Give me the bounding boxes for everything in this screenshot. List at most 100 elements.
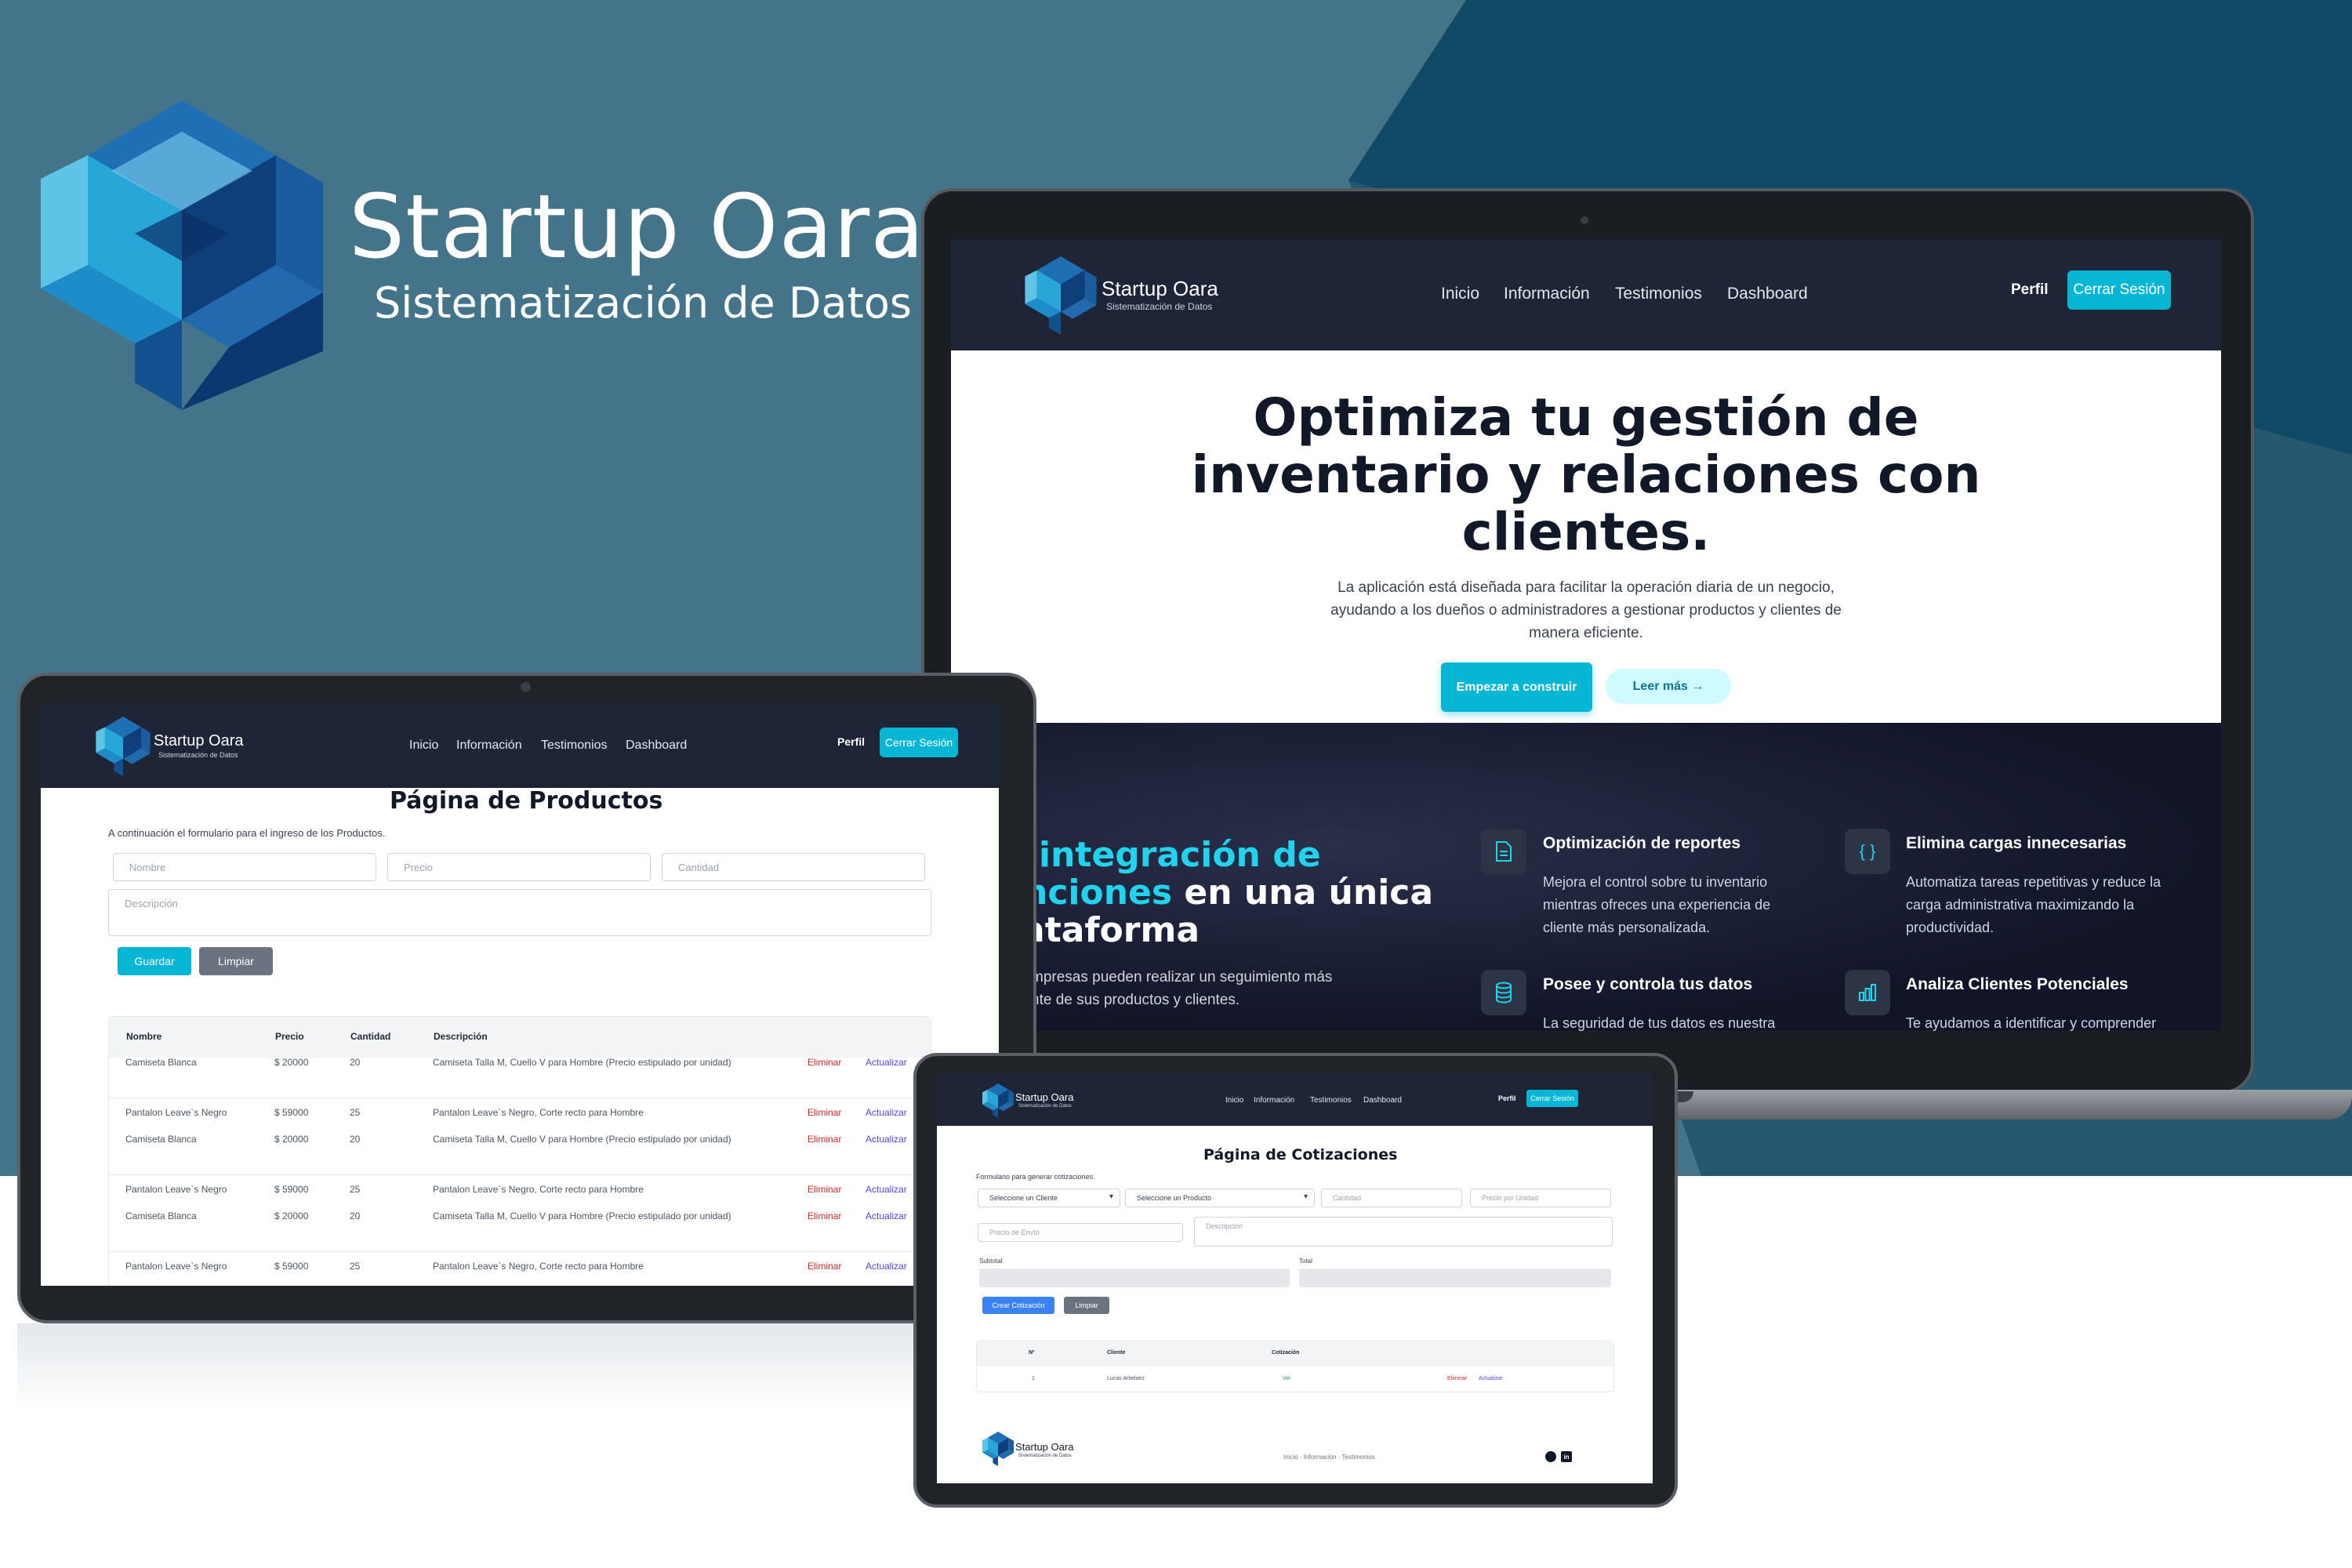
update-link[interactable]: Actualizar xyxy=(866,1261,907,1272)
github-icon[interactable] xyxy=(1545,1451,1556,1462)
cantidad-input[interactable]: Cantidad xyxy=(662,853,925,881)
brand-title: Startup Oara xyxy=(349,176,925,278)
nombre-input[interactable]: Nombre xyxy=(113,853,376,881)
update-link[interactable]: Actualizar xyxy=(866,1210,907,1221)
features-text-line-2: nte de sus productos y clientes. xyxy=(1031,992,1240,1008)
nav-link-testimonios[interactable]: Testimonios xyxy=(1310,1096,1352,1105)
subtotal-label: Subtotal xyxy=(979,1258,1003,1265)
cantidad-input[interactable]: Cantidad xyxy=(1321,1189,1462,1207)
row-descripcion: Pantalon Leave`s Negro, Corte recto para… xyxy=(433,1261,644,1272)
features-heading-rest: en una única xyxy=(1172,873,1434,913)
database-icon xyxy=(1481,970,1526,1015)
update-quote-link[interactable]: Actualizar xyxy=(1479,1376,1503,1381)
nav-logo-title: Startup Oara xyxy=(154,732,244,750)
delete-link[interactable]: Eliminar xyxy=(808,1107,841,1118)
nav-link-informacion[interactable]: Información xyxy=(1254,1096,1294,1105)
page-title: Página de Productos xyxy=(390,787,663,815)
feature-desc-datos: La seguridad de tus datos es nuestra xyxy=(1543,1015,1776,1031)
precio-input[interactable]: Precio xyxy=(387,853,651,881)
column-header-cotizacion: Cotización xyxy=(1272,1350,1300,1356)
nav-link-informacion[interactable]: Información xyxy=(1504,285,1590,303)
nav-link-inicio[interactable]: Inicio xyxy=(1441,285,1479,303)
document-icon xyxy=(1481,829,1526,874)
update-link[interactable]: Actualizar xyxy=(866,1057,907,1068)
delete-quote-link[interactable]: Eliminar xyxy=(1447,1376,1467,1381)
nav-logo-subtitle: Sistematización de Datos xyxy=(1106,301,1213,312)
nav-link-dashboard[interactable]: Dashboard xyxy=(1727,285,1808,303)
nav-link-testimonios[interactable]: Testimonios xyxy=(541,739,607,753)
row-precio: $ 20000 xyxy=(274,1057,309,1068)
delete-link[interactable]: Eliminar xyxy=(808,1210,841,1221)
features-heading-highlight: nciones xyxy=(1023,873,1173,913)
product-select[interactable]: Seleccione un Producto ▾ xyxy=(1125,1189,1315,1207)
view-quote-link[interactable]: Ver xyxy=(1283,1376,1291,1381)
nav-logo-title: Startup Oara xyxy=(1015,1091,1074,1103)
footer-logo-icon xyxy=(982,1432,1014,1466)
tablet-camera xyxy=(521,682,531,692)
logout-button[interactable]: Cerrar Sesión xyxy=(2067,270,2171,310)
row-precio: $ 59000 xyxy=(274,1261,309,1272)
update-link[interactable]: Actualizar xyxy=(866,1107,907,1118)
clear-button[interactable]: Limpiar xyxy=(199,947,273,975)
row-nombre: Pantalon Leave`s Negro xyxy=(125,1107,227,1118)
row-descripcion: Camiseta Talla M, Cuello V para Hombre (… xyxy=(433,1057,731,1068)
row-nombre: Pantalon Leave`s Negro xyxy=(125,1184,227,1195)
row-precio: $ 59000 xyxy=(274,1107,309,1118)
nav-link-inicio[interactable]: Inicio xyxy=(1225,1096,1243,1105)
row-divider xyxy=(108,1174,931,1175)
precio-unidad-input[interactable]: Precio por Unidad xyxy=(1470,1189,1611,1207)
delete-link[interactable]: Eliminar xyxy=(808,1057,841,1068)
nav-link-dashboard[interactable]: Dashboard xyxy=(626,739,687,753)
features-heading-line-2: nciones en una única xyxy=(1023,874,1433,912)
column-header-cantidad: Cantidad xyxy=(350,1031,391,1042)
hero-title-line-3: clientes. xyxy=(1461,502,1711,562)
perfil-link[interactable]: Perfil xyxy=(837,735,865,748)
create-quote-button[interactable]: Crear Cotización xyxy=(982,1297,1054,1314)
perfil-link[interactable]: Perfil xyxy=(1498,1094,1516,1102)
logout-button[interactable]: Cerrar Sesión xyxy=(880,728,958,757)
hero-desc-line-2: ayudando a los dueños o administradores … xyxy=(1330,602,1842,619)
hero-description: La aplicación está diseñada para facilit… xyxy=(1304,576,1868,644)
descripcion-textarea[interactable]: Descripción xyxy=(108,889,931,936)
bar-chart-icon xyxy=(1845,970,1890,1015)
features-section: integración de nciones en una única ataf… xyxy=(951,723,2221,1031)
laptop-camera xyxy=(1581,216,1588,224)
logo-icon xyxy=(41,100,323,410)
precio-envio-input[interactable]: Precio de Envío xyxy=(978,1223,1183,1242)
perfil-link[interactable]: Perfil xyxy=(2011,281,2049,299)
start-building-button[interactable]: Empezar a construir xyxy=(1441,662,1592,712)
read-more-button[interactable]: Leer más → xyxy=(1606,669,1731,704)
row-cantidad: 20 xyxy=(350,1210,361,1221)
clear-button[interactable]: Limpiar xyxy=(1064,1297,1109,1314)
row-nombre: Camiseta Blanca xyxy=(125,1134,197,1145)
page-intro: Formulario para generar cotizaciones. xyxy=(976,1173,1095,1181)
logout-button[interactable]: Cerrar Sesión xyxy=(1526,1090,1578,1107)
nav-logo-subtitle: Sistematización de Datos xyxy=(1018,1104,1072,1109)
nav-logo-subtitle: Sistematización de Datos xyxy=(158,751,238,759)
nav-link-testimonios[interactable]: Testimonios xyxy=(1615,285,1702,303)
features-heading-line-3: ataforma xyxy=(1022,910,1200,950)
update-link[interactable]: Actualizar xyxy=(866,1134,907,1145)
footer-links[interactable]: Inicio · Información · Testimonios xyxy=(1283,1454,1375,1461)
nav-logo-title: Startup Oara xyxy=(1102,277,1218,300)
row-descripcion: Pantalon Leave`s Negro, Corte recto para… xyxy=(433,1107,644,1118)
save-button[interactable]: Guardar xyxy=(118,947,191,975)
row-descripcion: Camiseta Talla M, Cuello V para Hombre (… xyxy=(433,1210,731,1221)
linkedin-icon[interactable]: in xyxy=(1561,1451,1572,1462)
delete-link[interactable]: Eliminar xyxy=(808,1184,841,1195)
descripcion-textarea[interactable]: Descripción xyxy=(1194,1217,1613,1247)
nav-link-inicio[interactable]: Inicio xyxy=(409,739,438,753)
delete-link[interactable]: Eliminar xyxy=(808,1261,841,1272)
row-number: 1 xyxy=(1032,1376,1035,1381)
nav-link-dashboard[interactable]: Dashboard xyxy=(1363,1096,1402,1105)
footer-logo-subtitle: Sistematización de Datos xyxy=(1018,1454,1072,1458)
delete-link[interactable]: Eliminar xyxy=(808,1134,841,1145)
page-intro: A continuación el formulario para el ing… xyxy=(108,827,386,839)
update-link[interactable]: Actualizar xyxy=(866,1184,907,1195)
total-label: Total xyxy=(1299,1258,1312,1265)
client-select[interactable]: Seleccione un Cliente ▾ xyxy=(978,1189,1120,1207)
nav-link-informacion[interactable]: Información xyxy=(456,739,522,753)
row-cantidad: 25 xyxy=(350,1261,361,1272)
total-field xyxy=(1299,1269,1611,1287)
row-cantidad: 20 xyxy=(350,1134,361,1145)
